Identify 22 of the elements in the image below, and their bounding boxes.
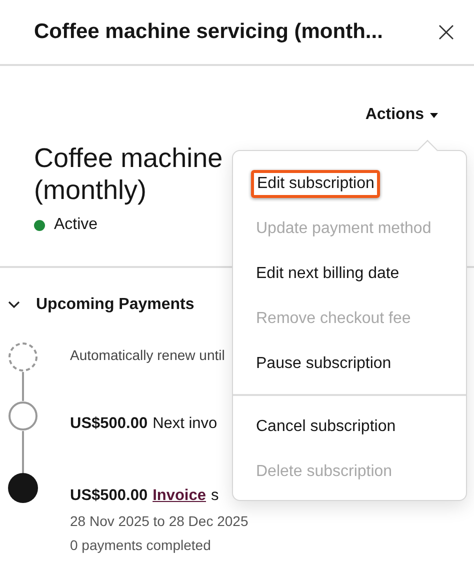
subscription-name: Coffee machine [34, 142, 223, 174]
filled-circle-icon [8, 473, 38, 503]
chevron-icon[interactable] [8, 301, 20, 309]
menu-item[interactable]: Cancel subscription [251, 414, 401, 440]
actions-button[interactable]: Actions [365, 104, 438, 126]
payment-detail: 28 Nov 2025 to 28 Dec 2025 [70, 513, 248, 529]
payment-detail: 0 payments completed [70, 537, 212, 553]
payment-text: Next invo [152, 415, 218, 433]
menu-item[interactable]: Edit subscription [251, 170, 380, 198]
invoice-link[interactable]: Invoice [152, 487, 206, 505]
payment-amount: US$500.00 [70, 415, 148, 433]
menu-item[interactable]: Edit next billing date [251, 260, 404, 286]
section-title: Upcoming Payments [36, 296, 194, 314]
caret-icon [430, 112, 438, 118]
payment-text: s [210, 487, 219, 505]
close-button[interactable]: × [428, 18, 464, 46]
panel-title: Coffee machine servicing (month... [34, 20, 383, 44]
status-label: Active [54, 216, 98, 234]
menu-item[interactable]: Pause subscription [251, 350, 396, 376]
renewal-text: Automatically renew until [70, 347, 225, 363]
payment-amount: US$500.00 [70, 487, 148, 505]
subscription-name: (monthly) [34, 174, 147, 206]
